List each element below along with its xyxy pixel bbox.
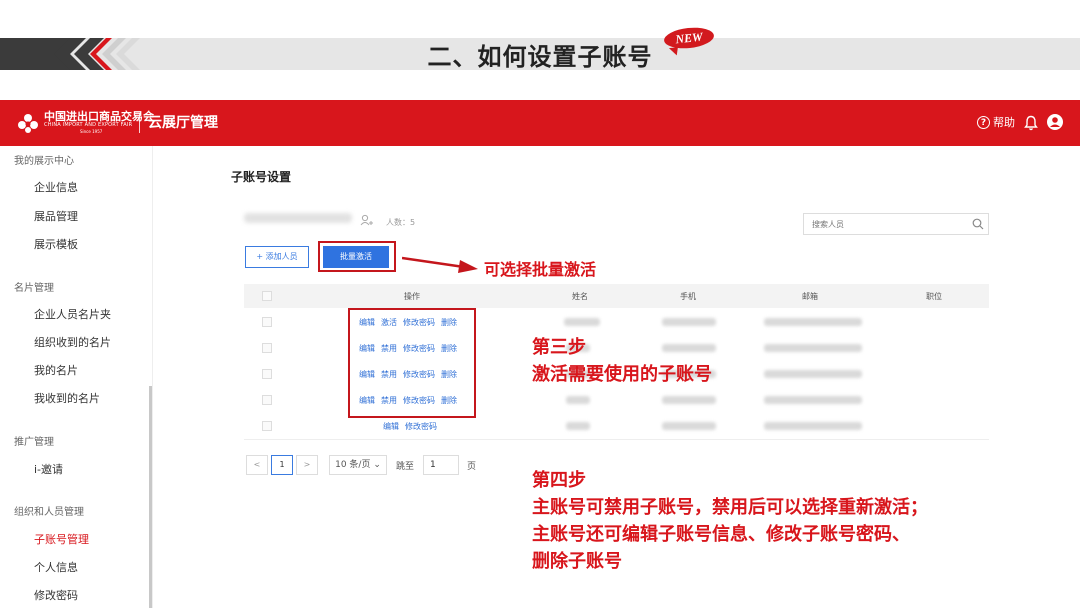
select-all-checkbox[interactable] [262, 291, 272, 301]
sidebar-item-org-received-cards[interactable]: 组织收到的名片 [34, 334, 111, 350]
col-header-position: 职位 [926, 292, 942, 301]
search-input[interactable] [803, 213, 989, 235]
sidebar-group-showcase: 我的展示中心 [14, 156, 74, 167]
bell-icon[interactable] [1024, 115, 1038, 131]
help-icon: ? [977, 115, 990, 129]
sidebar-item-change-password[interactable]: 修改密码 [34, 587, 78, 603]
slide-title: 二、如何设置子账号 [427, 43, 653, 71]
person-icon [360, 214, 373, 226]
change-password-link[interactable]: 修改密码 [405, 421, 437, 432]
page-title: 子账号设置 [231, 170, 292, 184]
page-suffix: 页 [467, 462, 477, 472]
app-title: 云展厅管理 [148, 115, 218, 131]
sidebar-item-invite[interactable]: i-邀请 [34, 461, 63, 477]
blurred-name [566, 396, 590, 404]
sidebar-group-org-people: 组织和人员管理 [14, 507, 84, 518]
blurred-email [764, 396, 862, 404]
logo-separator [139, 113, 140, 133]
sidebar-item-subaccounts[interactable]: 子账号管理 [34, 531, 89, 547]
sidebar-item-templates[interactable]: 展示模板 [34, 236, 78, 252]
sidebar-group-cards: 名片管理 [14, 283, 54, 294]
sidebar-item-staff-cards[interactable]: 企业人员名片夹 [34, 306, 111, 322]
col-header-name: 姓名 [572, 292, 588, 301]
user-avatar-icon[interactable] [1046, 113, 1064, 131]
row-checkbox[interactable] [262, 343, 272, 353]
row-checkbox[interactable] [262, 395, 272, 405]
blurred-email [764, 422, 862, 430]
sidebar-item-company-info[interactable]: 企业信息 [34, 179, 78, 195]
sidebar-scrollbar[interactable] [149, 386, 152, 608]
add-member-button[interactable]: + 添加人员 [245, 246, 309, 268]
batch-annotation: 可选择批量激活 [484, 260, 597, 279]
sidebar-item-profile[interactable]: 个人信息 [34, 559, 78, 575]
blurred-phone [662, 422, 716, 430]
sidebar-group-promotion: 推广管理 [14, 437, 54, 448]
blurred-name [566, 422, 590, 430]
step3-description: 激活需要使用的子账号 [532, 364, 712, 385]
table-header: 操作 姓名 手机 邮箱 职位 [244, 284, 989, 308]
step4-line-2: 主账号还可编辑子账号信息、修改子账号密码、 [532, 524, 910, 545]
app-top-bar: 中国进出口商品交易会 CHINA IMPORT AND EXPORT FAIR … [0, 100, 1080, 146]
logo-since: Since 1957 [80, 129, 103, 134]
help-label: 帮助 [993, 116, 1015, 129]
blurred-account-name [244, 213, 352, 223]
step4-line-1: 主账号可禁用子账号，禁用后可以选择重新激活； [532, 497, 928, 518]
blurred-email [764, 344, 862, 352]
search-icon[interactable] [972, 218, 984, 230]
page-size-select[interactable]: 10 条/页 ⌄ [329, 455, 387, 475]
blurred-phone [662, 318, 716, 326]
batch-highlight-frame [318, 241, 396, 272]
row-actions: 编辑 修改密码 [383, 421, 437, 432]
row-checkbox[interactable] [262, 421, 272, 431]
blurred-phone [662, 344, 716, 352]
chevron-down-icon: ⌄ [373, 460, 381, 470]
member-count: 人数：5 [386, 218, 416, 227]
col-header-ops: 操作 [404, 292, 420, 301]
sidebar-item-exhibits[interactable]: 展品管理 [34, 208, 78, 224]
logo-english-name: CHINA IMPORT AND EXPORT FAIR [44, 122, 133, 128]
page-size-value: 10 条/页 [335, 460, 371, 470]
prev-page-button[interactable]: < [246, 455, 268, 475]
next-page-button[interactable]: > [296, 455, 318, 475]
edit-link[interactable]: 编辑 [383, 421, 399, 432]
step4-title: 第四步 [532, 470, 586, 491]
sidebar-item-my-received-cards[interactable]: 我收到的名片 [34, 390, 100, 406]
step3-title: 第三步 [532, 337, 586, 358]
canton-fair-logo-icon [18, 114, 38, 133]
goto-page-input[interactable]: 1 [423, 455, 459, 475]
blurred-email [764, 318, 862, 326]
actions-highlight-frame [348, 308, 476, 418]
blurred-name [564, 318, 600, 326]
arrow-right-icon [402, 256, 478, 273]
row-checkbox[interactable] [262, 317, 272, 327]
help-button[interactable]: ? 帮助 [977, 114, 1015, 130]
step4-line-3: 删除子账号 [532, 551, 622, 572]
sidebar-item-my-card[interactable]: 我的名片 [34, 362, 78, 378]
blurred-phone [662, 396, 716, 404]
blurred-email [764, 370, 862, 378]
row-checkbox[interactable] [262, 369, 272, 379]
col-header-email: 邮箱 [802, 292, 818, 301]
current-page-button[interactable]: 1 [271, 455, 293, 475]
col-header-phone: 手机 [680, 292, 696, 301]
goto-label: 跳至 [396, 462, 415, 472]
